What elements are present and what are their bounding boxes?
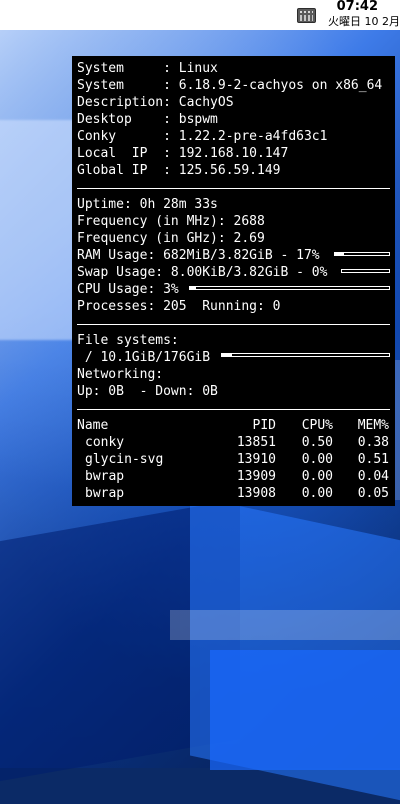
- system-line: System : 6.18.9-2-cachyos on x86_64: [77, 78, 383, 93]
- network-text: Up: 0B - Down: 0B: [77, 384, 218, 399]
- system-line: Conky : 1.22.2-pre-a4fd63c1: [77, 129, 328, 144]
- networking-label: Networking:: [77, 367, 164, 382]
- root-fs-text: / 10.1GiB/176GiB: [77, 350, 211, 365]
- processes-summary: Processes: 205 Running: 0: [77, 299, 281, 314]
- process-pid: 13851: [236, 435, 276, 450]
- ram-usage-bar-fill: [335, 253, 345, 255]
- root-fs-bar: [221, 353, 390, 357]
- process-pid: 13908: [236, 486, 276, 501]
- conky-panel: System : Linux System : 6.18.9-2-cachyos…: [72, 56, 395, 506]
- process-mem: 0.51: [357, 452, 389, 467]
- cpu-usage-text: CPU Usage: 3%: [77, 282, 179, 297]
- cpu-usage-bar-fill: [190, 287, 196, 289]
- process-cpu: 0.00: [301, 469, 333, 484]
- system-line: Desktop : bspwm: [77, 112, 218, 127]
- freq-ghz-text: Frequency (in GHz): 2.69: [77, 231, 265, 246]
- top-bar: 07:42 火曜日 10 2月: [0, 0, 400, 30]
- process-mem: 0.04: [357, 469, 389, 484]
- process-pid: 13909: [236, 469, 276, 484]
- root-fs-bar-fill: [222, 354, 233, 356]
- system-line: System : Linux: [77, 61, 218, 76]
- table-row: conky 13851 0.50 0.38: [77, 434, 390, 451]
- process-mem: 0.05: [357, 486, 389, 501]
- divider: [77, 188, 390, 189]
- process-name: conky: [85, 435, 125, 450]
- swap-usage-text: Swap Usage: 8.00KiB/3.82GiB - 0%: [77, 265, 328, 280]
- cpu-usage-bar: [189, 286, 390, 290]
- header-mem: MEM%: [357, 418, 389, 433]
- table-row: bwrap 13908 0.00 0.05: [77, 485, 390, 502]
- system-line: Description: CachyOS: [77, 95, 234, 110]
- divider: [77, 409, 390, 410]
- system-line: Global IP : 125.56.59.149: [77, 163, 281, 178]
- process-cpu: 0.00: [301, 486, 333, 501]
- clock-date[interactable]: 火曜日 10 2月: [300, 16, 400, 28]
- divider: [77, 324, 390, 325]
- freq-mhz-text: Frequency (in MHz): 2688: [77, 214, 265, 229]
- header-pid: PID: [252, 418, 276, 433]
- uptime-text: Uptime: 0h 28m 33s: [77, 197, 218, 212]
- process-cpu: 0.50: [301, 435, 333, 450]
- process-pid: 13910: [236, 452, 276, 467]
- header-cpu: CPU%: [301, 418, 333, 433]
- table-row: glycin-svg 13910 0.00 0.51: [77, 451, 390, 468]
- process-cpu: 0.00: [301, 452, 333, 467]
- process-table-header: Name PID CPU% MEM%: [77, 417, 390, 434]
- table-row: bwrap 13909 0.00 0.04: [77, 468, 390, 485]
- header-name: Name: [77, 418, 109, 433]
- process-name: glycin-svg: [85, 452, 164, 467]
- wallpaper-shape: [170, 610, 400, 640]
- process-name: bwrap: [85, 486, 125, 501]
- process-mem: 0.38: [357, 435, 389, 450]
- wallpaper-shape: [210, 650, 400, 770]
- ram-usage-bar: [334, 252, 390, 256]
- system-line: Local IP : 192.168.10.147: [77, 146, 289, 161]
- swap-usage-bar: [341, 269, 390, 273]
- ram-usage-text: RAM Usage: 682MiB/3.82GiB - 17%: [77, 248, 320, 263]
- process-table: Name PID CPU% MEM% conky 13851 0.50 0.38…: [77, 417, 390, 502]
- clock-time[interactable]: 07:42: [308, 0, 378, 14]
- filesystems-label: File systems:: [77, 333, 179, 348]
- process-name: bwrap: [85, 469, 125, 484]
